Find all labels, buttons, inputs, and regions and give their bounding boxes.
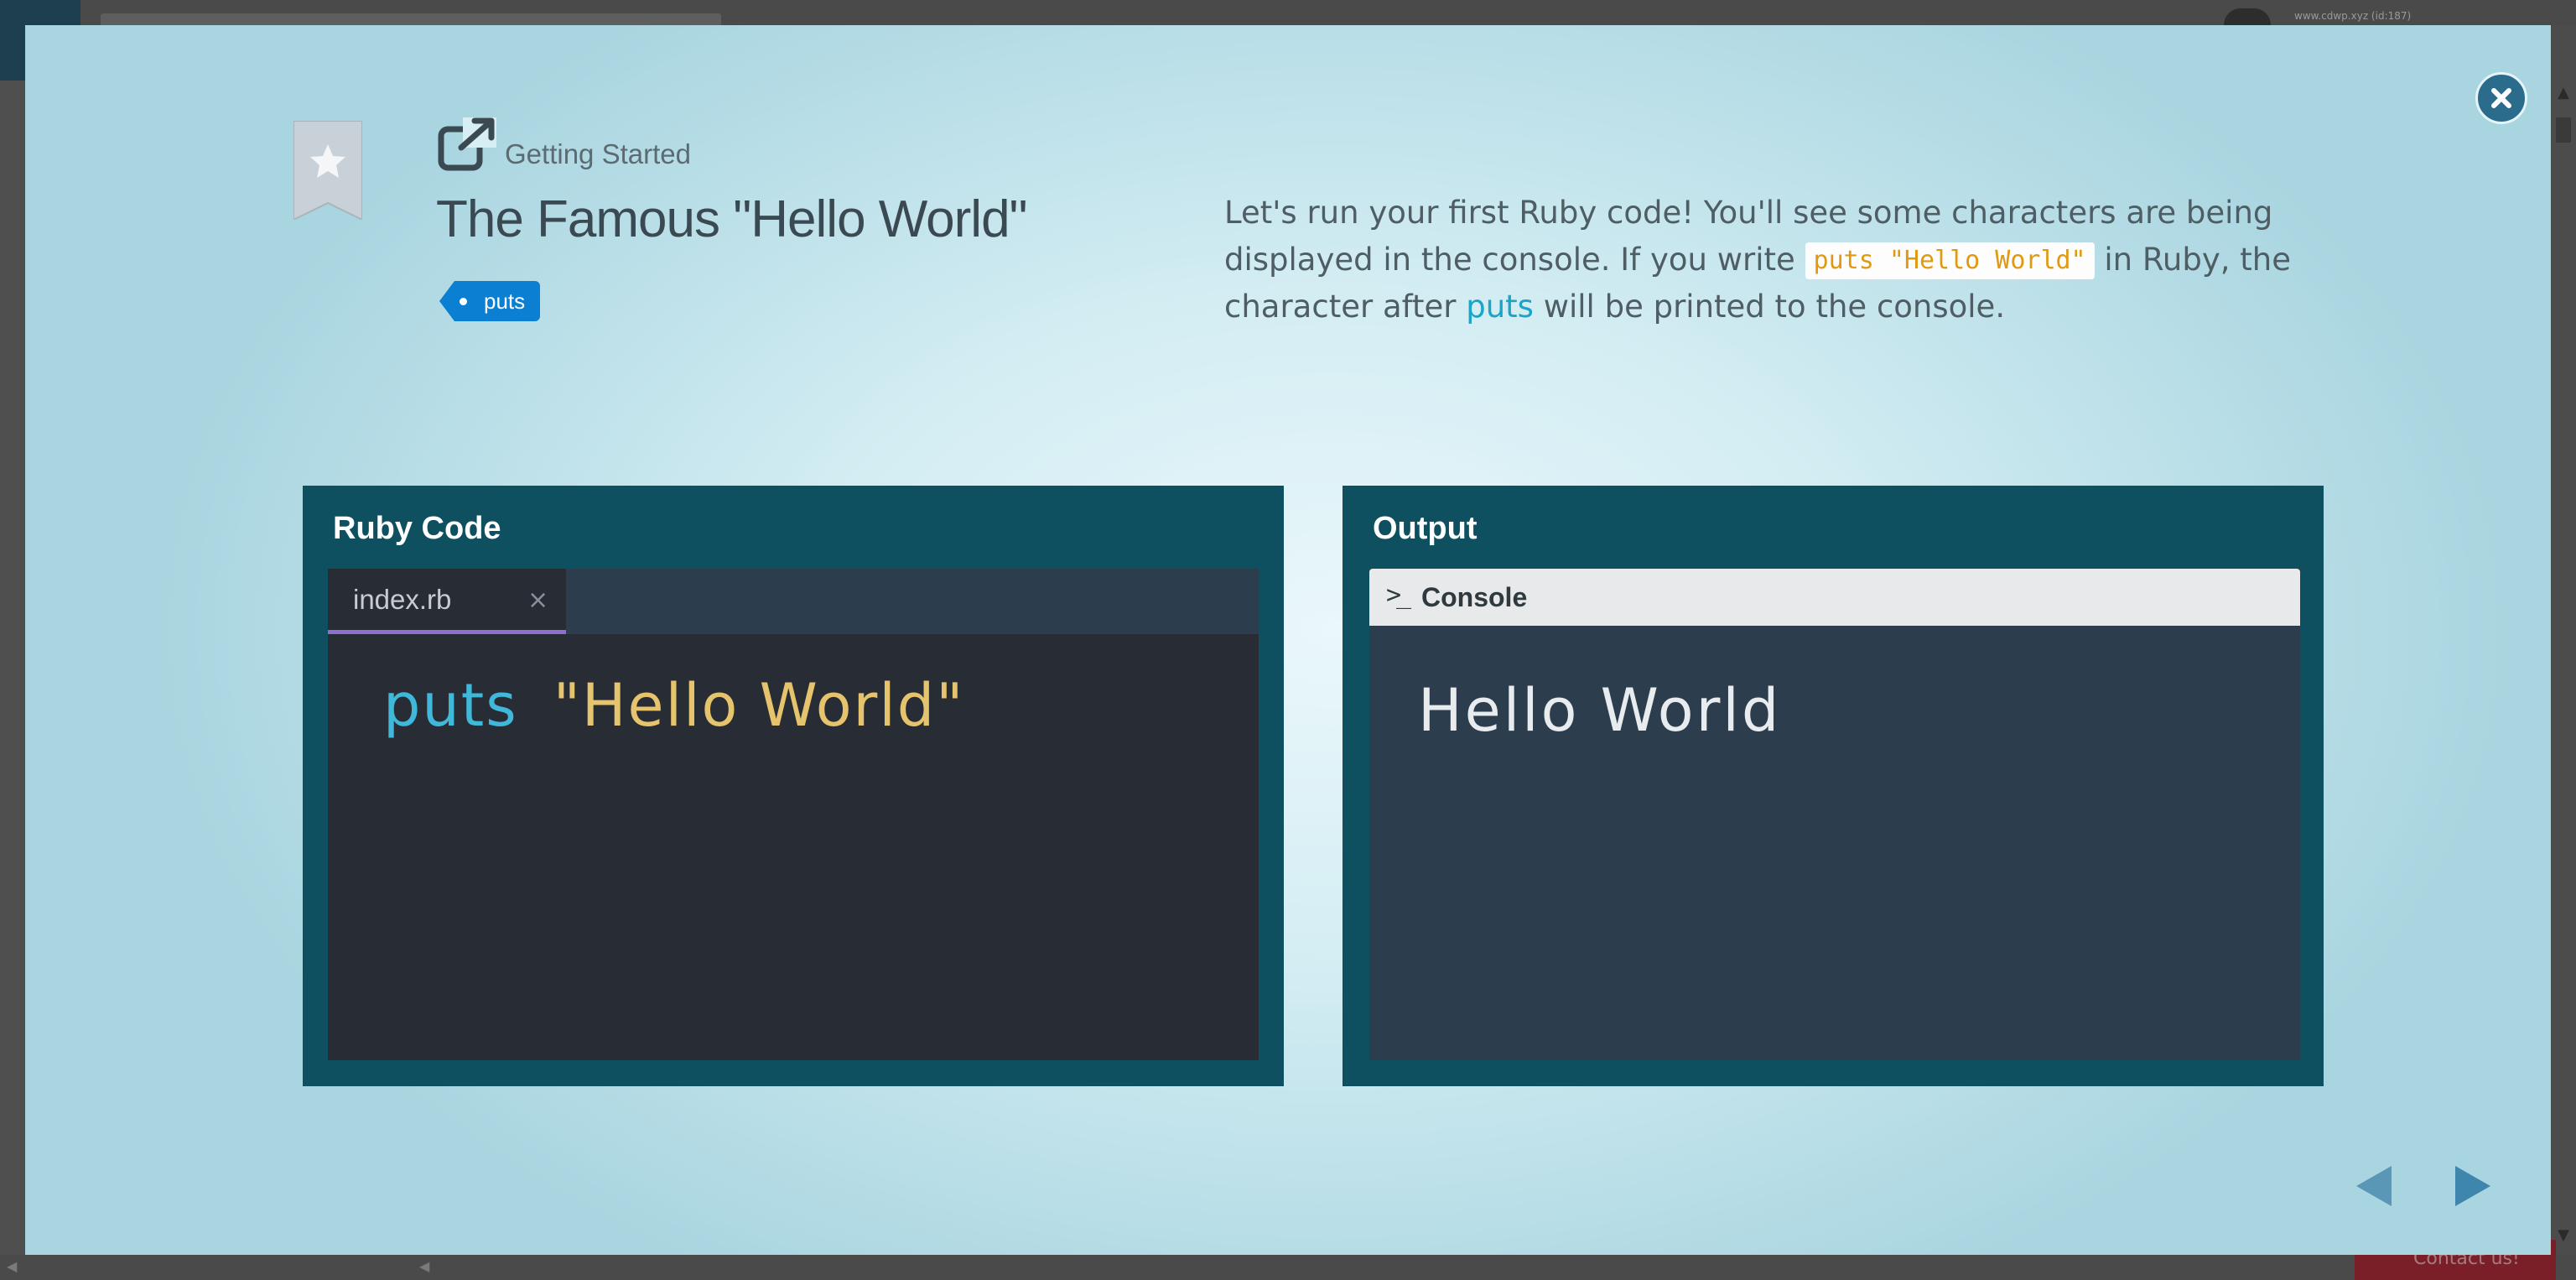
lesson-modal: Getting Started The Famous "Hello World"…: [25, 25, 2551, 1255]
star-bookmark-icon[interactable]: [293, 121, 362, 220]
console: >_ Console Hello World: [1369, 569, 2300, 1060]
console-label: Console: [1421, 582, 1528, 612]
background-left-arrow-icon: ◀: [7, 1258, 18, 1274]
background-bottom-bar: [0, 1255, 2576, 1280]
tag-label: puts: [484, 288, 526, 314]
tag-point: [439, 281, 454, 321]
console-output: Hello World: [1418, 676, 1782, 745]
background-avatar: [2224, 8, 2271, 25]
tab-close-icon[interactable]: ×: [527, 585, 548, 615]
terminal-prompt-icon: >_: [1386, 580, 1411, 610]
output-panel-title: Output: [1373, 511, 1478, 546]
next-slide-button[interactable]: [2454, 1164, 2492, 1211]
console-header: >_ Console: [1369, 569, 2300, 626]
background-scrollbar: [2551, 25, 2576, 1280]
tag-body: puts: [454, 281, 541, 321]
editor-tab-bar: index.rb ×: [328, 569, 1259, 634]
close-button[interactable]: [2475, 72, 2527, 124]
description-text: will be printed to the console.: [1533, 289, 2006, 325]
code-panel-title: Ruby Code: [333, 511, 501, 546]
arrow-right-icon: [2455, 1166, 2490, 1206]
keyword-highlight: puts: [1466, 289, 1534, 325]
editor-tab-index-rb[interactable]: index.rb ×: [328, 569, 566, 634]
tag-dot-icon: [460, 297, 467, 305]
editor-tab-label: index.rb: [353, 584, 452, 615]
lesson-title: The Famous "Hello World": [436, 190, 1028, 248]
close-icon: [2491, 88, 2511, 108]
code-panel: Ruby Code index.rb × puts "Hello World": [303, 486, 1284, 1086]
background-left-rail: [0, 81, 25, 1280]
lesson-category: Getting Started: [505, 138, 691, 169]
external-link-icon[interactable]: [438, 117, 496, 171]
topic-tag[interactable]: puts: [439, 281, 541, 321]
background-left-arrow-icon: ◀: [419, 1258, 430, 1274]
scroll-up-icon: ▲: [2558, 84, 2569, 101]
code-string: "Hello World": [553, 671, 965, 740]
code-keyword: puts: [383, 671, 518, 740]
scroll-down-icon: ▼: [2558, 1226, 2569, 1244]
background-user-text: www.cdwp.xyz (id:187): [2294, 10, 2412, 22]
arrow-left-icon: [2356, 1166, 2392, 1206]
lesson-description: Let's run your first Ruby code! You'll s…: [1224, 190, 2306, 330]
code-editor: index.rb × puts "Hello World": [328, 569, 1259, 1060]
previous-slide-button[interactable]: [2355, 1164, 2393, 1211]
inline-code: puts "Hello World": [1805, 242, 2095, 279]
code-line: puts "Hello World": [383, 671, 964, 740]
output-panel: Output >_ Console Hello World: [1343, 486, 2324, 1086]
scrollbar-thumb: [2556, 117, 2571, 143]
